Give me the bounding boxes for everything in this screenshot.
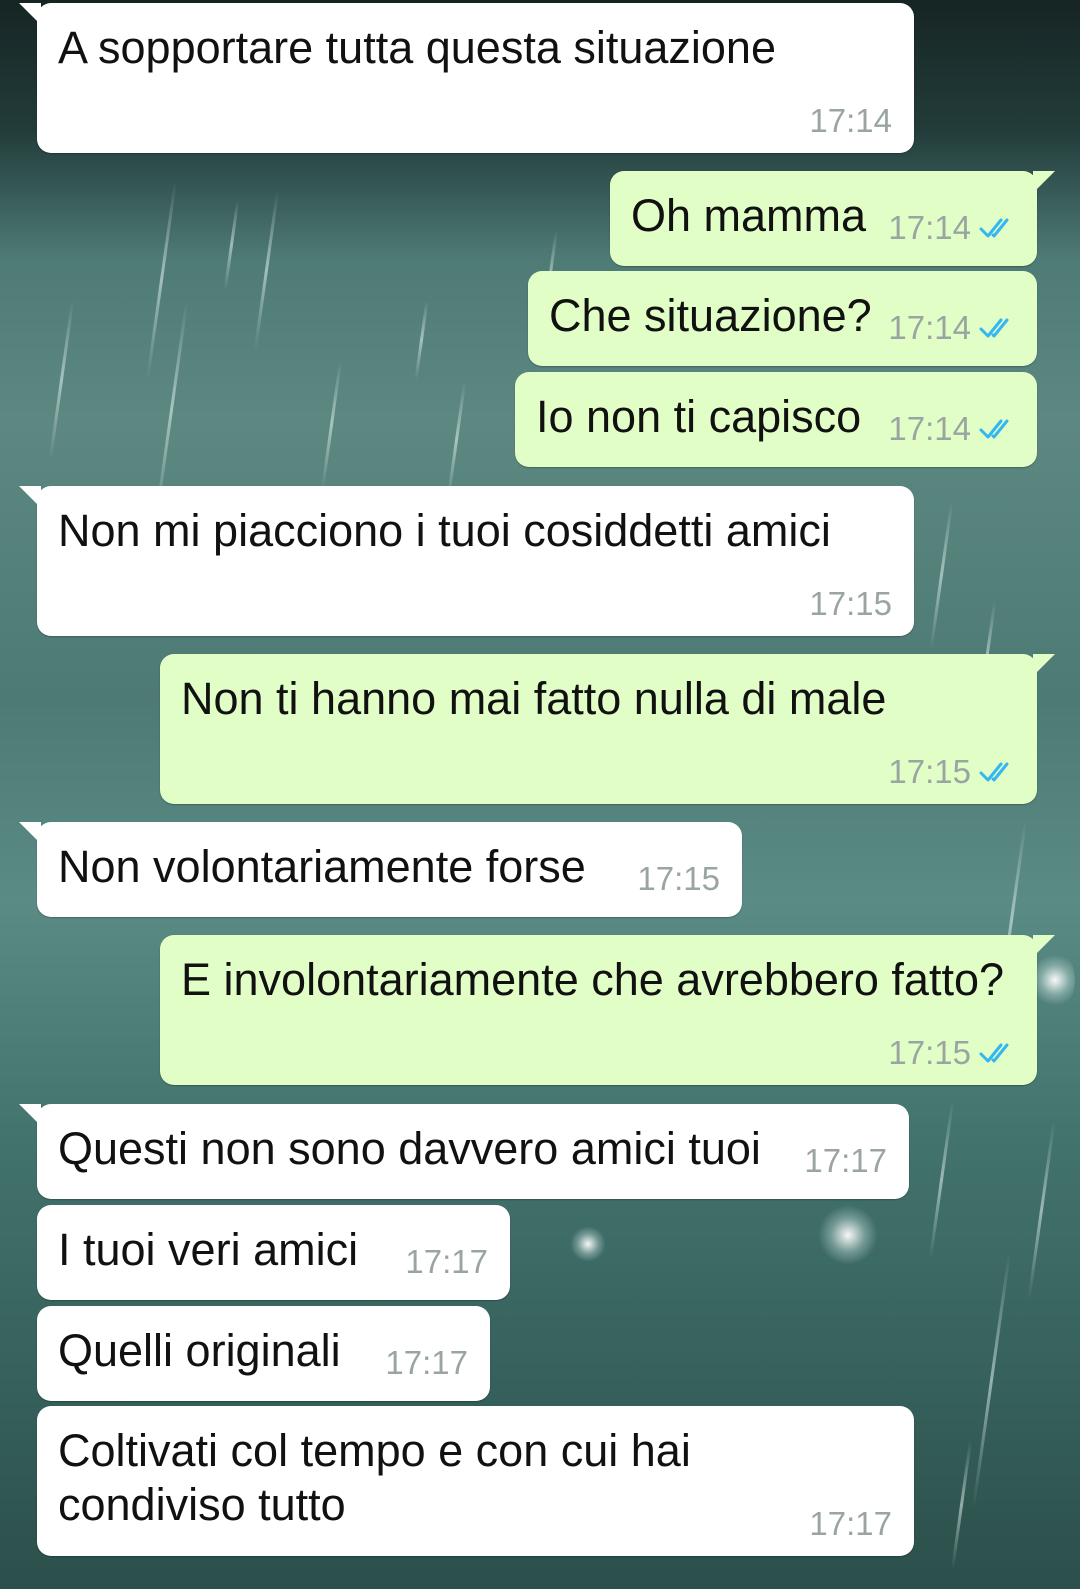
- message-meta: 17:17: [385, 1345, 468, 1381]
- message-time: 17:14: [888, 410, 971, 447]
- message-text: Oh mamma: [631, 190, 867, 241]
- message-time: 17:17: [405, 1243, 488, 1280]
- message-text: Coltivati col tempo e con cui hai condiv…: [58, 1425, 691, 1530]
- incoming-message-bubble[interactable]: Non volontariamente forse 17:15: [19, 822, 742, 917]
- message-text: E involontariamente che avrebbero fatto?: [181, 954, 1005, 1005]
- message-text: Che situazione?: [549, 290, 872, 341]
- incoming-message-bubble[interactable]: A sopportare tutta questa situazione 17:…: [19, 3, 914, 153]
- message-meta: 17:14: [809, 103, 892, 139]
- message-meta: 17:14: [888, 210, 1017, 246]
- message-meta: 17:17: [804, 1143, 887, 1179]
- message-time: 17:17: [804, 1142, 887, 1179]
- message-text: Questi non sono davvero amici tuoi: [58, 1123, 761, 1174]
- message-time: 17:17: [385, 1344, 468, 1381]
- outgoing-message-bubble[interactable]: Io non ti capisco 17:14: [515, 372, 1037, 467]
- message-time: 17:15: [888, 1034, 971, 1071]
- message-text: I tuoi veri amici: [58, 1224, 359, 1275]
- message-time: 17:14: [888, 309, 971, 346]
- message-text: Io non ti capisco: [536, 391, 862, 442]
- double-check-read-icon: [979, 218, 1009, 238]
- incoming-message-bubble[interactable]: Questi non sono davvero amici tuoi 17:17: [19, 1104, 909, 1199]
- message-time: 17:14: [809, 102, 892, 139]
- message-text: Non mi piacciono i tuoi cosiddetti amici: [58, 505, 831, 556]
- outgoing-message-bubble[interactable]: Oh mamma 17:14: [610, 171, 1055, 266]
- double-check-read-icon: [979, 419, 1009, 439]
- message-time: 17:14: [888, 209, 971, 246]
- incoming-message-bubble[interactable]: I tuoi veri amici 17:17: [37, 1205, 510, 1300]
- message-meta: 17:14: [888, 310, 1017, 346]
- message-meta: 17:17: [809, 1506, 892, 1542]
- message-meta: 17:15: [888, 1035, 1017, 1071]
- message-text: Non ti hanno mai fatto nulla di male: [181, 673, 887, 724]
- outgoing-message-bubble[interactable]: E involontariamente che avrebbero fatto?…: [160, 935, 1055, 1085]
- message-meta: 17:14: [888, 411, 1017, 447]
- incoming-message-bubble[interactable]: Coltivati col tempo e con cui hai condiv…: [37, 1406, 914, 1556]
- outgoing-message-bubble[interactable]: Che situazione? 17:14: [528, 271, 1037, 366]
- message-meta: 17:15: [809, 586, 892, 622]
- message-text: A sopportare tutta questa situazione: [58, 22, 776, 73]
- message-time: 17:15: [637, 860, 720, 897]
- double-check-read-icon: [979, 1043, 1009, 1063]
- double-check-read-icon: [979, 762, 1009, 782]
- message-meta: 17:17: [405, 1244, 488, 1280]
- message-text: Non volontariamente forse: [58, 841, 586, 892]
- incoming-message-bubble[interactable]: Non mi piacciono i tuoi cosiddetti amici…: [19, 486, 914, 636]
- message-text: Quelli originali: [58, 1325, 341, 1376]
- message-time: 17:15: [888, 753, 971, 790]
- message-time: 17:17: [809, 1505, 892, 1542]
- message-time: 17:15: [809, 585, 892, 622]
- outgoing-message-bubble[interactable]: Non ti hanno mai fatto nulla di male 17:…: [160, 654, 1055, 804]
- message-meta: 17:15: [888, 754, 1017, 790]
- incoming-message-bubble[interactable]: Quelli originali 17:17: [37, 1306, 490, 1401]
- double-check-read-icon: [979, 318, 1009, 338]
- chat-message-list[interactable]: A sopportare tutta questa situazione 17:…: [0, 0, 1080, 1589]
- message-meta: 17:15: [637, 861, 720, 897]
